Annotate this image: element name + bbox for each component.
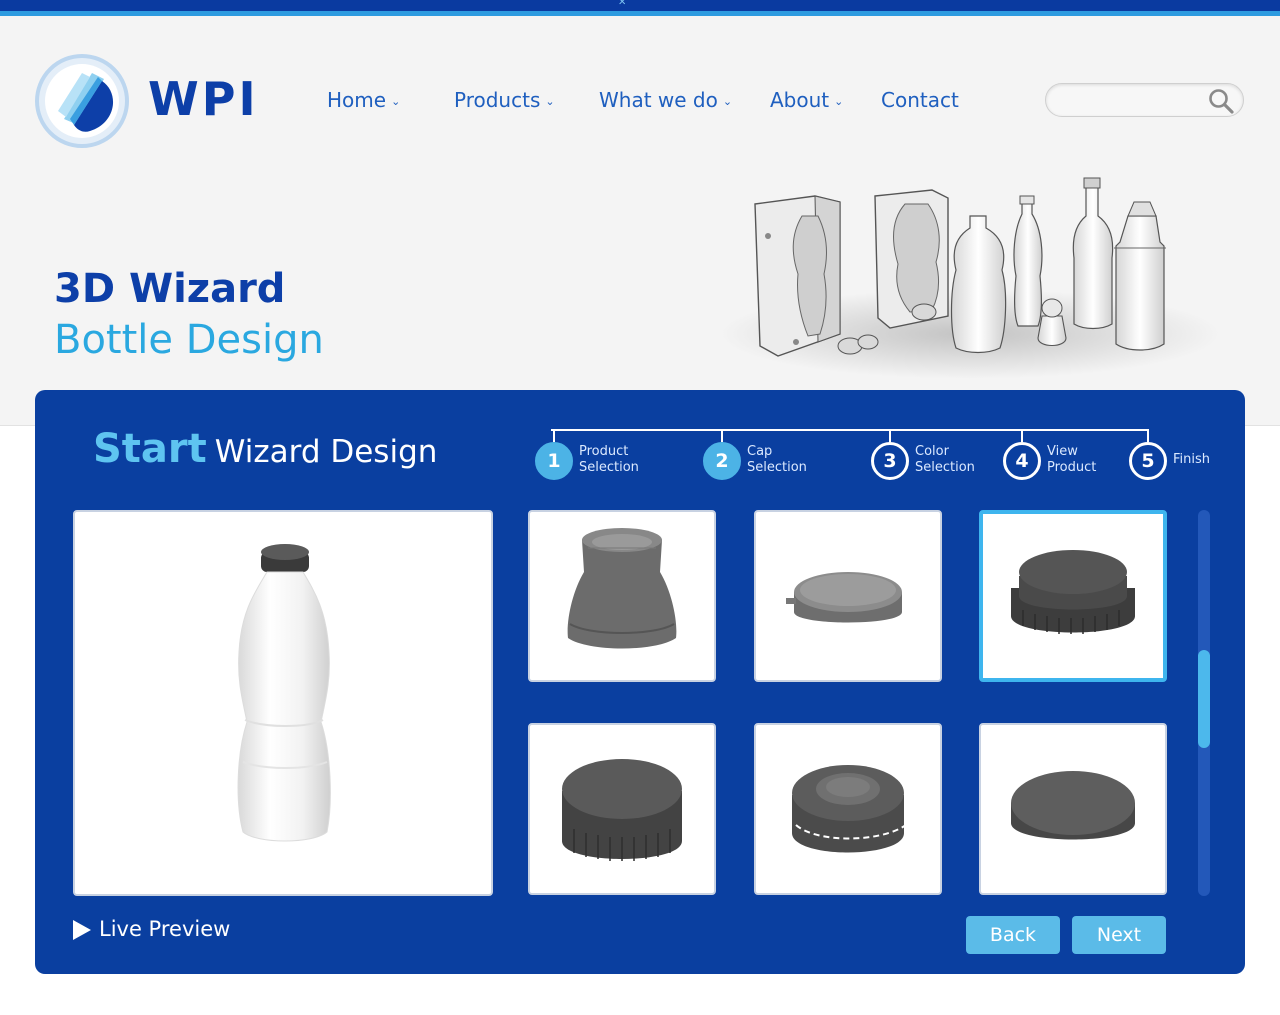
nav-about[interactable]: About ⌄ xyxy=(770,84,843,120)
nav-home-label: Home xyxy=(327,88,387,112)
cap-option-tall-ribbed-cap[interactable] xyxy=(528,723,716,895)
nav-products[interactable]: Products ⌄ xyxy=(454,84,555,120)
stepper-track xyxy=(551,429,1147,431)
search-input[interactable] xyxy=(1060,90,1210,112)
step-number: 5 xyxy=(1129,442,1167,480)
live-preview-label: Live Preview xyxy=(99,917,231,941)
wizard-title: Start Wizard Design xyxy=(93,426,437,472)
tamper-ring-cap-image xyxy=(792,765,914,853)
bottle-preview[interactable] xyxy=(73,510,493,896)
stepper-connector xyxy=(1021,429,1023,442)
cap-option-flat-disc-cap[interactable] xyxy=(754,510,942,682)
nav-contact[interactable]: Contact xyxy=(881,84,959,116)
cap-list-scrollbar[interactable] xyxy=(1198,510,1210,896)
step-number: 4 xyxy=(1003,442,1041,480)
search-icon[interactable] xyxy=(1207,87,1235,115)
stepper-connector xyxy=(721,429,723,442)
scrollbar-thumb[interactable] xyxy=(1198,650,1210,748)
back-button[interactable]: Back xyxy=(966,916,1060,954)
step-number: 2 xyxy=(703,442,741,480)
step-label: Cap Selection xyxy=(747,444,807,475)
bottle-preview-image xyxy=(237,544,331,842)
stepper-connector xyxy=(553,429,555,442)
nav-products-label: Products xyxy=(454,88,541,112)
stepper-connector xyxy=(1147,429,1149,442)
cap-option-smooth-disc-cap[interactable] xyxy=(979,723,1167,895)
wizard-title-strong: Start xyxy=(93,426,207,472)
hero-title-line2: Bottle Design xyxy=(54,317,324,363)
play-icon xyxy=(73,920,91,940)
nav-what-we-do[interactable]: What we do ⌄ xyxy=(599,84,732,120)
hero-title-line1: 3D Wizard xyxy=(54,266,286,312)
flat-disc-cap-image xyxy=(786,572,902,623)
hero-section: WPI Home ⌄ Products ⌄ What we do ⌄ About ⌄ C… xyxy=(0,16,1280,426)
step-number: 3 xyxy=(871,442,909,480)
logo-mark-icon xyxy=(35,54,129,148)
nav-contact-label: Contact xyxy=(881,88,959,112)
nav-what-we-do-label: What we do xyxy=(599,88,718,112)
ribbed-screw-cap-image xyxy=(1011,550,1135,634)
smooth-disc-cap-image xyxy=(1011,771,1135,840)
nav-about-label: About xyxy=(770,88,830,112)
brand-logo[interactable]: WPI xyxy=(34,53,264,149)
top-bar: ✕ xyxy=(0,0,1280,16)
step-label: View Product xyxy=(1047,444,1097,475)
nav-home[interactable]: Home ⌄ xyxy=(327,84,400,120)
next-button[interactable]: Next xyxy=(1072,916,1166,954)
search-box xyxy=(1045,83,1244,117)
wizard-panel: Start Wizard Design 1 Product Selection 2… xyxy=(35,390,1245,974)
step-label: Finish xyxy=(1173,452,1211,467)
hero-bottle-molds-illustration xyxy=(720,177,1220,379)
hero-title: 3D Wizard Bottle Design xyxy=(54,264,324,366)
step-number: 1 xyxy=(535,442,573,480)
close-icon[interactable]: ✕ xyxy=(618,0,626,8)
tall-ribbed-cap-image xyxy=(562,759,682,861)
cap-option-tamper-ring-cap[interactable] xyxy=(754,723,942,895)
dropper-cap-image xyxy=(567,528,677,649)
cap-option-dropper-cap[interactable] xyxy=(528,510,716,682)
chevron-down-icon: ⌄ xyxy=(391,95,401,108)
chevron-down-icon: ⌄ xyxy=(722,95,733,108)
step-label: Product Selection xyxy=(579,444,639,475)
brand-name: WPI xyxy=(148,72,259,126)
step-label: Color Selection xyxy=(915,444,975,475)
cap-option-ribbed-screw-cap[interactable] xyxy=(979,510,1167,682)
wizard-stepper: 1 Product Selection 2 Cap Selection 3 Co… xyxy=(535,426,1235,486)
stepper-connector xyxy=(889,429,891,442)
chevron-down-icon: ⌄ xyxy=(545,95,555,108)
wizard-title-rest: Wizard Design xyxy=(214,434,438,470)
chevron-down-icon: ⌄ xyxy=(834,95,844,108)
